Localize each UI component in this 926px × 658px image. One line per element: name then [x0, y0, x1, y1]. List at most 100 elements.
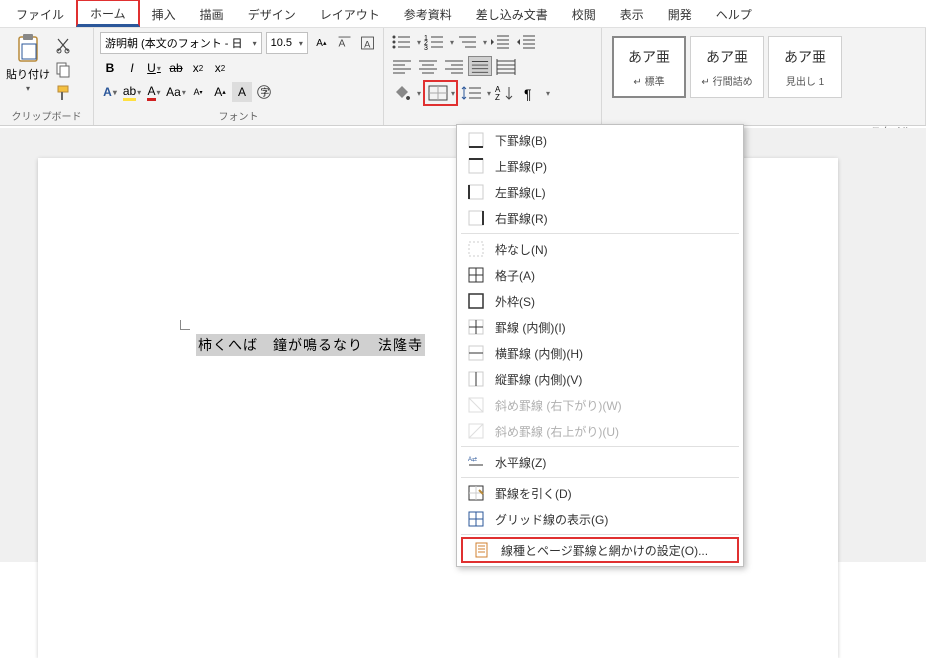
dd-border-right[interactable]: 右罫線(R): [457, 205, 743, 231]
paste-button[interactable]: 貼り付け ▾: [6, 32, 50, 102]
numbering-icon[interactable]: 123: [423, 32, 447, 52]
borders-icon: [426, 83, 450, 103]
font-name-combo[interactable]: 游明朝 (本文のフォント - 日▾: [100, 32, 262, 54]
show-marks-icon[interactable]: ¶: [519, 83, 543, 103]
subscript-button[interactable]: x2: [188, 58, 208, 78]
border-outside-icon: [467, 292, 485, 310]
char-shading-button[interactable]: A: [232, 82, 252, 102]
tab-file[interactable]: ファイル: [4, 2, 76, 27]
tab-help[interactable]: ヘルプ: [704, 2, 764, 27]
strike-button[interactable]: ab: [166, 58, 186, 78]
style-heading1[interactable]: あア亜 見出し 1: [768, 36, 842, 98]
highlight-button[interactable]: ab▾: [122, 82, 142, 102]
group-font: 游明朝 (本文のフォント - 日▾ 10.5▾ A▴ A A B I U▾ ab…: [94, 28, 384, 125]
border-vinside-icon: [467, 370, 485, 388]
format-painter-icon[interactable]: [54, 84, 72, 102]
cursor-mark: [180, 316, 194, 330]
align-right-icon[interactable]: [442, 56, 466, 76]
style-nospacing[interactable]: あア亜 ↵ 行間詰め: [690, 36, 764, 98]
style-normal[interactable]: あア亜 ↵ 標準: [612, 36, 686, 98]
ribbon-tabs: ファイル ホーム 挿入 描画 デザイン レイアウト 参考資料 差し込み文書 校閲…: [0, 0, 926, 28]
svg-text:字: 字: [260, 87, 269, 98]
copy-icon[interactable]: [54, 60, 72, 78]
clipboard-icon: [12, 32, 44, 64]
decrease-indent-icon[interactable]: [489, 32, 513, 52]
tab-developer[interactable]: 開発: [656, 2, 704, 27]
svg-text:A: A: [364, 39, 371, 49]
align-left-icon[interactable]: [390, 56, 414, 76]
dd-border-none[interactable]: 枠なし(N): [457, 236, 743, 262]
tab-references[interactable]: 参考資料: [392, 2, 464, 27]
dd-border-bottom[interactable]: 下罫線(B): [457, 127, 743, 153]
tab-home[interactable]: ホーム: [76, 0, 140, 27]
border-settings-icon: [473, 541, 491, 559]
dd-border-outside[interactable]: 外枠(S): [457, 288, 743, 314]
bold-button[interactable]: B: [100, 58, 120, 78]
char-border-icon[interactable]: A: [358, 33, 377, 53]
border-diagup-icon: [467, 422, 485, 440]
svg-text:¶: ¶: [524, 86, 532, 102]
group-paragraph: ▾ 123▾ ▾ ▾ ▾ ▾ AZ ¶▾: [384, 28, 602, 125]
dd-border-settings[interactable]: 線種とページ罫線と網かけの設定(O)...: [461, 537, 739, 563]
bullets-icon[interactable]: [390, 32, 414, 52]
selected-text[interactable]: 柿くへば 鐘が鳴るなり 法隆寺: [196, 334, 425, 356]
draw-border-icon: [467, 484, 485, 502]
underline-button[interactable]: U▾: [144, 58, 164, 78]
line-spacing-icon[interactable]: [460, 83, 484, 103]
group-clipboard-label: クリップボード: [6, 106, 87, 123]
border-none-icon: [467, 240, 485, 258]
multilevel-icon[interactable]: [456, 32, 480, 52]
group-clipboard: 貼り付け ▾ クリップボード: [0, 28, 94, 125]
grow-font-button[interactable]: A▴: [312, 33, 331, 53]
tab-design[interactable]: デザイン: [236, 2, 308, 27]
dd-border-left[interactable]: 左罫線(L): [457, 179, 743, 205]
border-right-icon: [467, 209, 485, 227]
font-size-combo[interactable]: 10.5▾: [266, 32, 308, 54]
grow-font2-button[interactable]: A▴: [210, 82, 230, 102]
border-inside-icon: [467, 318, 485, 336]
tab-review[interactable]: 校閲: [560, 2, 608, 27]
tab-draw[interactable]: 描画: [188, 2, 236, 27]
paste-label: 貼り付け: [6, 66, 50, 82]
italic-button[interactable]: I: [122, 58, 142, 78]
dd-draw-border[interactable]: 罫線を引く(D): [457, 480, 743, 506]
shading-icon[interactable]: [390, 83, 414, 103]
increase-indent-icon[interactable]: [515, 32, 539, 52]
borders-button-highlighted[interactable]: ▾: [423, 80, 458, 106]
border-all-icon: [467, 266, 485, 284]
enclose-char-icon[interactable]: 字: [254, 82, 274, 102]
tab-layout[interactable]: レイアウト: [308, 2, 392, 27]
phonetic-guide-icon[interactable]: A: [335, 33, 354, 53]
tab-mailings[interactable]: 差し込み文書: [464, 2, 560, 27]
text-effects-button[interactable]: A▾: [100, 82, 120, 102]
dd-border-top[interactable]: 上罫線(P): [457, 153, 743, 179]
dd-border-vinside[interactable]: 縦罫線 (内側)(V): [457, 366, 743, 392]
group-font-label: フォント: [100, 106, 377, 123]
group-styles: あア亜 ↵ 標準 あア亜 ↵ 行間詰め あア亜 見出し 1 スタイル: [602, 28, 926, 125]
sort-icon[interactable]: AZ: [493, 83, 517, 103]
distributed-icon[interactable]: [494, 56, 518, 76]
change-case-button[interactable]: Aa▾: [166, 82, 186, 102]
border-left-icon: [467, 183, 485, 201]
font-color-button[interactable]: A▾: [144, 82, 164, 102]
dd-border-all[interactable]: 格子(A): [457, 262, 743, 288]
chevron-down-icon: ▾: [26, 84, 30, 93]
dd-border-hinside[interactable]: 横罫線 (内側)(H): [457, 340, 743, 366]
dd-hline[interactable]: A⇄水平線(Z): [457, 449, 743, 475]
svg-text:Z: Z: [495, 93, 500, 102]
align-center-icon[interactable]: [416, 56, 440, 76]
border-bottom-icon: [467, 131, 485, 149]
gridlines-icon: [467, 510, 485, 528]
border-diagdown-icon: [467, 396, 485, 414]
ribbon: 貼り付け ▾ クリップボード 游明朝 (本文のフォント - 日▾ 10.5▾ A…: [0, 28, 926, 126]
tab-insert[interactable]: 挿入: [140, 2, 188, 27]
dd-show-gridlines[interactable]: グリッド線の表示(G): [457, 506, 743, 532]
cut-icon[interactable]: [54, 36, 72, 54]
dd-border-inside[interactable]: 罫線 (内側)(I): [457, 314, 743, 340]
superscript-button[interactable]: x2: [210, 58, 230, 78]
tab-view[interactable]: 表示: [608, 2, 656, 27]
border-hinside-icon: [467, 344, 485, 362]
shrink-font-button[interactable]: A▾: [188, 82, 208, 102]
border-top-icon: [467, 157, 485, 175]
justify-icon[interactable]: [468, 56, 492, 76]
